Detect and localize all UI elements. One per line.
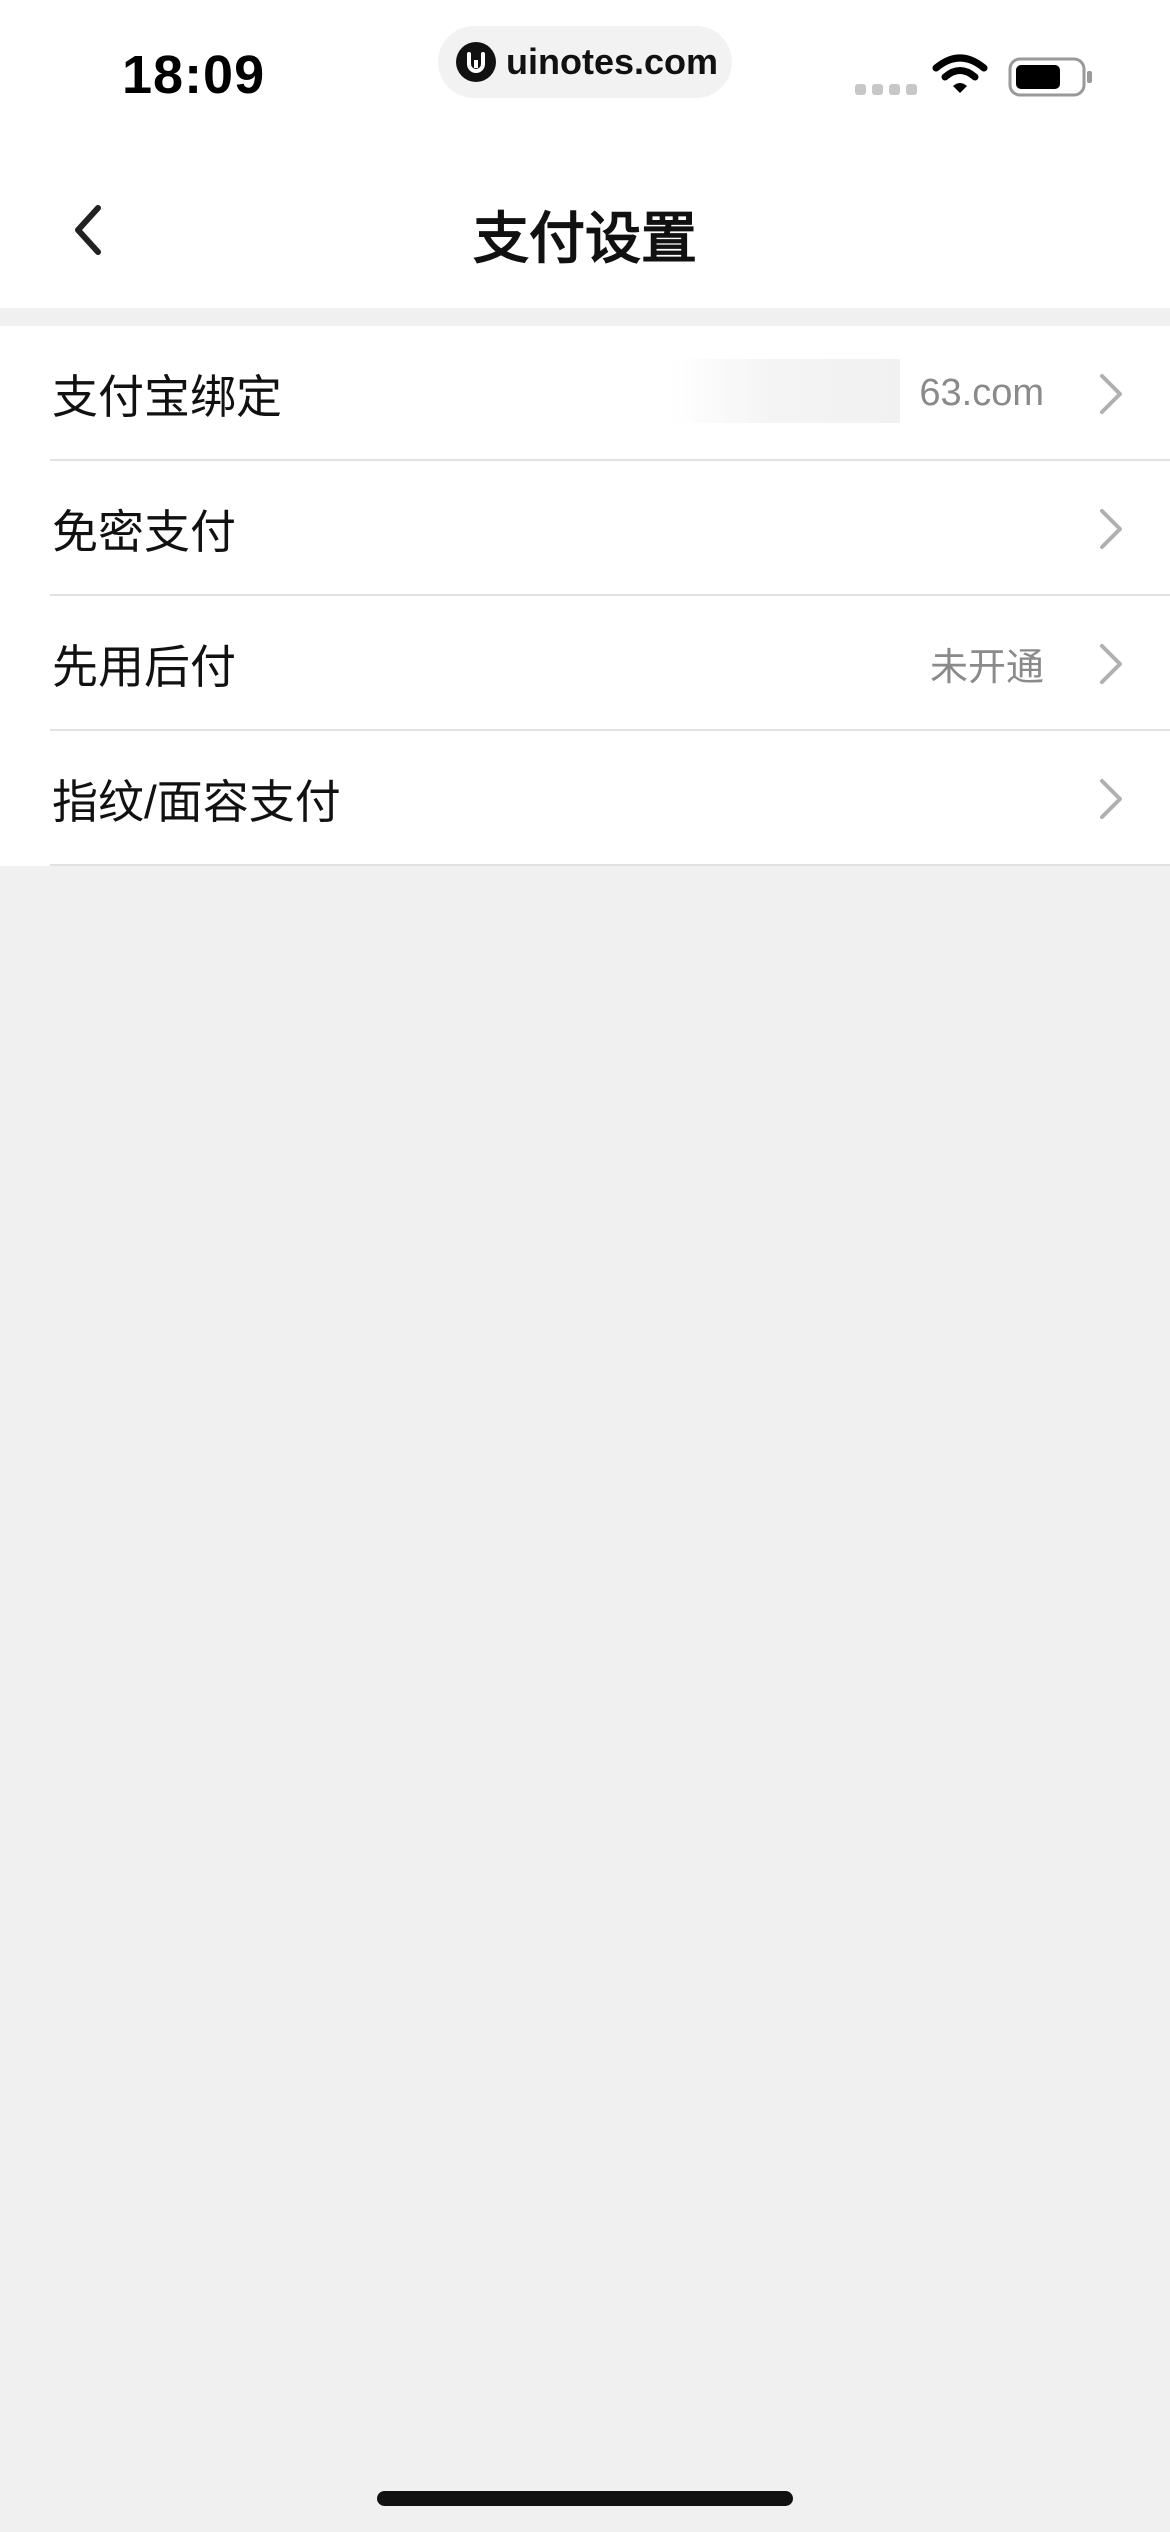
wifi-icon (932, 54, 988, 93)
url-pill[interactable]: uinotes.com (438, 26, 732, 98)
home-indicator[interactable] (377, 2491, 793, 2506)
nav-bar: 支付设置 (0, 150, 1170, 308)
item-label: 先用后付 (52, 640, 236, 693)
item-label: 指纹/面容支付 (52, 775, 341, 828)
item-value: 63.com (919, 372, 1044, 414)
url-text: uinotes.com (506, 41, 719, 82)
list-item-biometric-payment[interactable]: 指纹/面容支付 (0, 731, 1170, 866)
chevron-right-icon (1100, 643, 1122, 684)
battery-icon (1008, 57, 1092, 97)
screen: 18:09 uinotes.com 支付设置 支付宝绑定 63.com 免密支付… (0, 0, 1170, 2532)
chevron-right-icon (1100, 373, 1122, 414)
status-bar: 18:09 uinotes.com (0, 0, 1170, 150)
status-time: 18:09 (122, 45, 266, 105)
list-item-pay-later[interactable]: 先用后付 未开通 (0, 596, 1170, 731)
list-item-password-free-payment[interactable]: 免密支付 (0, 461, 1170, 596)
chevron-right-icon (1100, 508, 1122, 549)
settings-list: 支付宝绑定 63.com 免密支付 先用后付 未开通 指纹/面容支付 (0, 326, 1170, 866)
signal-dots-icon (855, 84, 917, 95)
page-title: 支付设置 (473, 207, 697, 270)
item-label: 免密支付 (52, 505, 236, 558)
item-label: 支付宝绑定 (52, 370, 282, 423)
site-logo-icon (456, 42, 496, 82)
list-item-alipay-binding[interactable]: 支付宝绑定 63.com (0, 326, 1170, 461)
item-value: 未开通 (929, 647, 1044, 689)
chevron-right-icon (1100, 778, 1122, 819)
masked-account (670, 359, 900, 423)
